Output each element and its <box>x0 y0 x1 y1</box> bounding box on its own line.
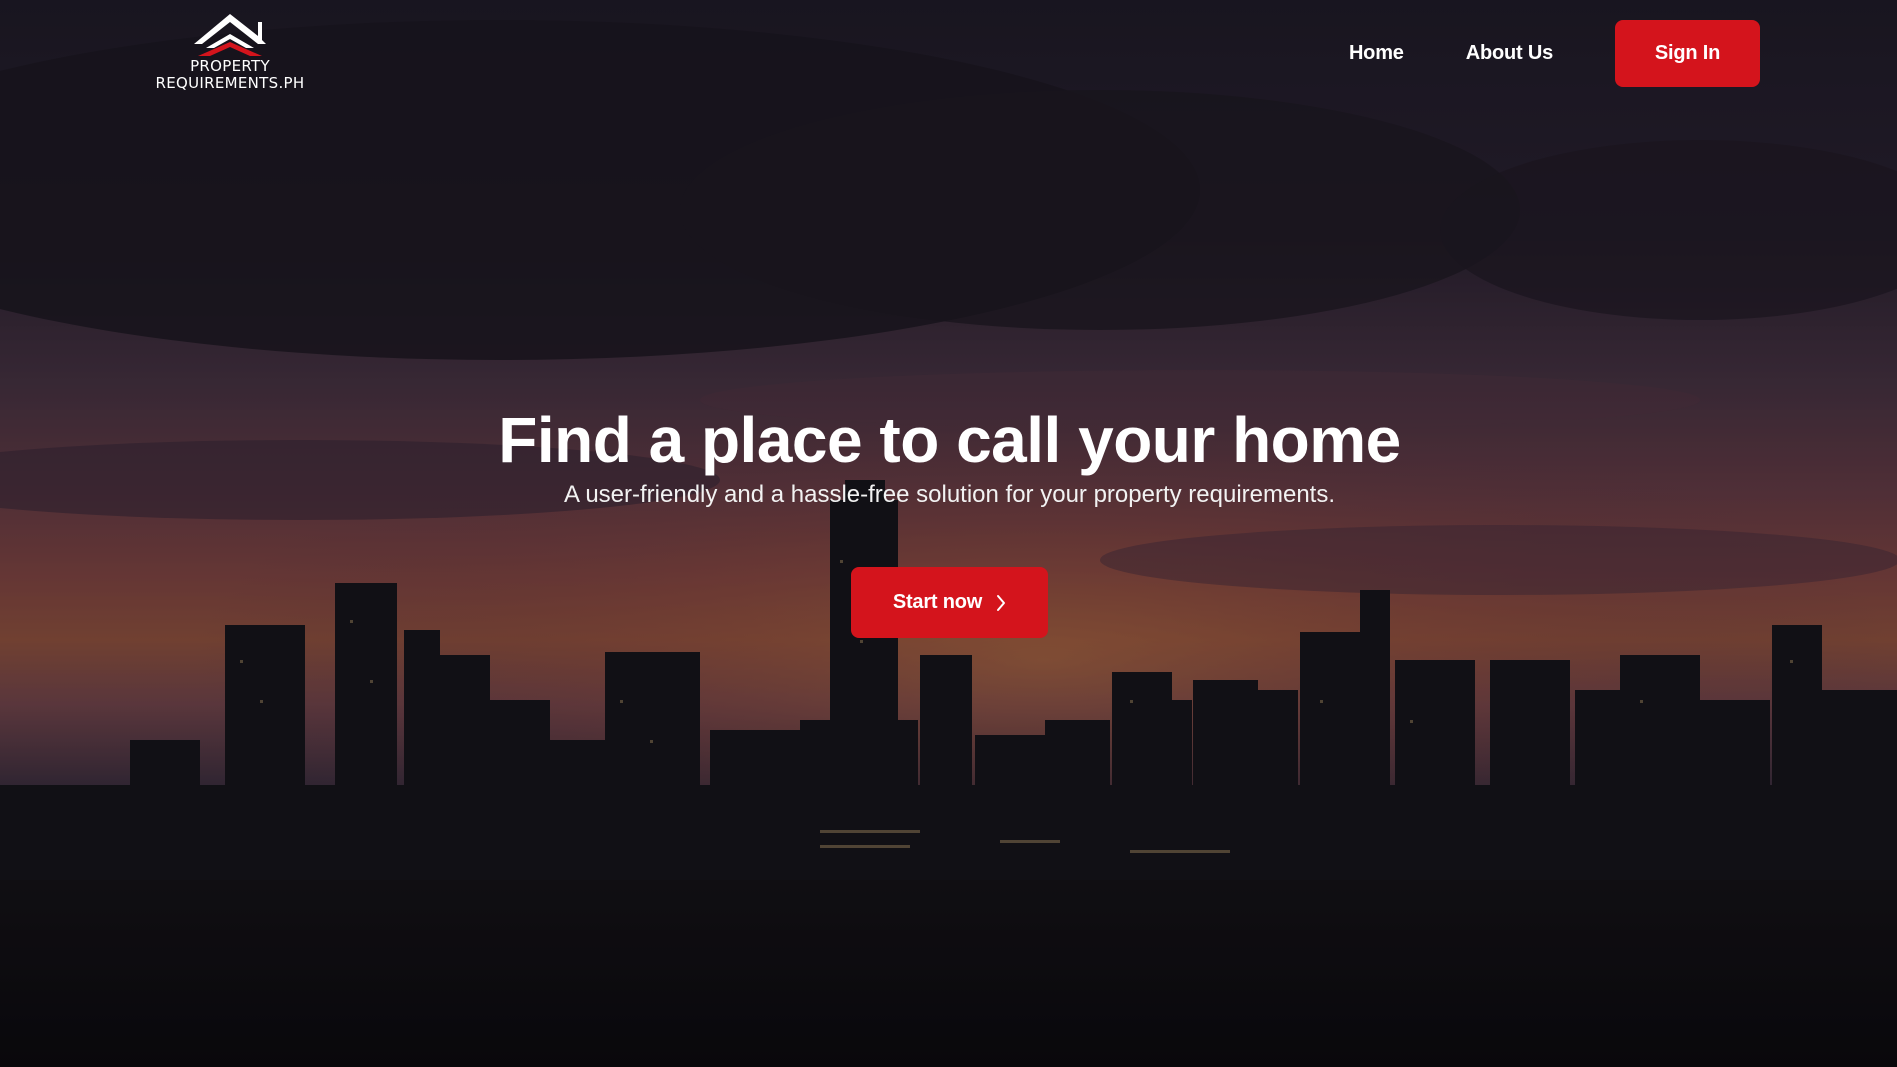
landing-page: PROPERTY REQUIREMENTS.PH Home About Us S… <box>0 0 1897 1067</box>
logo-text-line1: PROPERTY <box>190 57 270 75</box>
hero-section: Find a place to call your home A user-fr… <box>0 400 1897 510</box>
main-navigation: Home About Us Sign In <box>1349 20 1760 87</box>
logo-text-line2: REQUIREMENTS.PH <box>155 74 305 92</box>
hero-subtitle: A user-friendly and a hassle-free soluti… <box>563 481 1336 508</box>
start-now-button[interactable]: Start now <box>851 567 1048 638</box>
nav-home-link[interactable]: Home <box>1349 42 1404 65</box>
house-roof-icon <box>194 14 266 56</box>
nav-about-link[interactable]: About Us <box>1466 42 1553 65</box>
chevron-right-icon <box>997 594 1006 611</box>
hero-title: Find a place to call your home <box>498 404 1401 476</box>
hero-background-image <box>0 0 1897 1067</box>
site-header: PROPERTY REQUIREMENTS.PH Home About Us S… <box>0 0 1897 107</box>
site-logo[interactable]: PROPERTY REQUIREMENTS.PH <box>148 12 312 96</box>
start-now-label: Start now <box>892 591 983 613</box>
sign-in-button[interactable]: Sign In <box>1615 20 1760 87</box>
